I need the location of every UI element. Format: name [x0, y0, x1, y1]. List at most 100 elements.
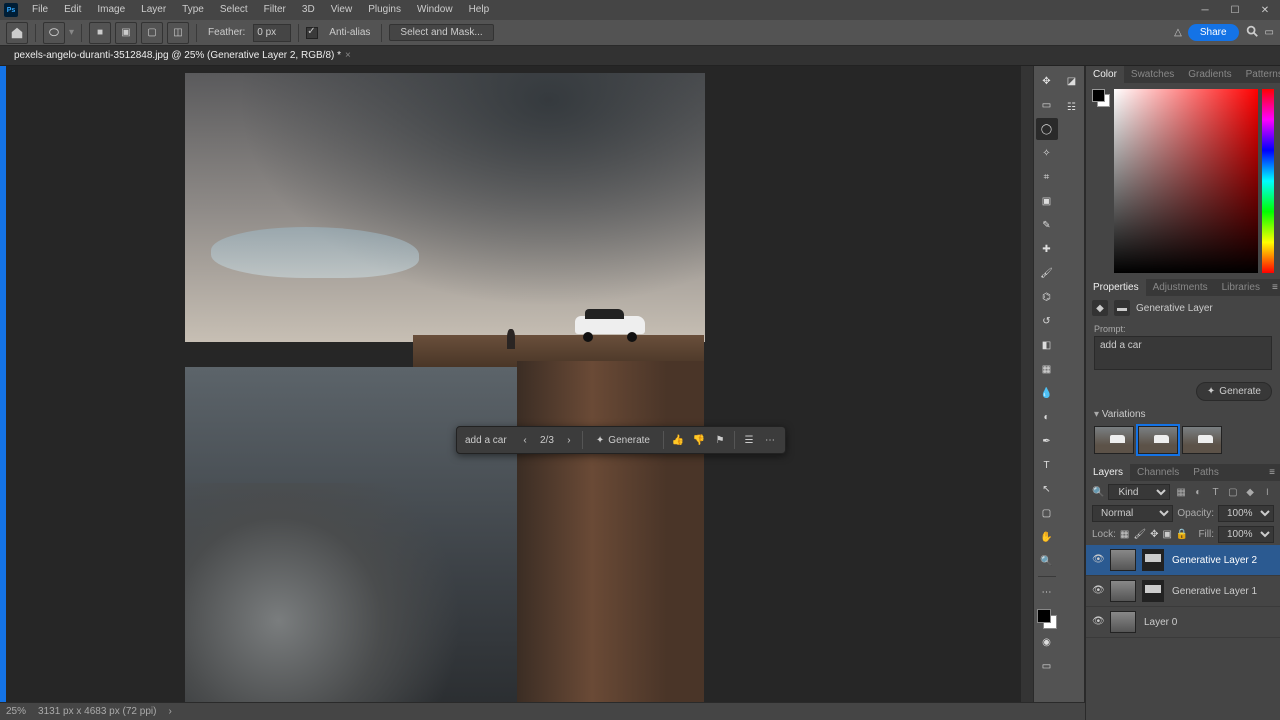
- lock-image-icon[interactable]: 🖌: [1133, 529, 1146, 540]
- history-brush-icon[interactable]: ↺: [1036, 310, 1058, 332]
- rectangle-select-icon[interactable]: ▭: [1036, 94, 1058, 116]
- search-icon[interactable]: [1245, 24, 1259, 41]
- feather-input[interactable]: [253, 24, 291, 42]
- menu-edit[interactable]: Edit: [56, 0, 89, 20]
- menu-view[interactable]: View: [323, 0, 361, 20]
- variation-thumb-1[interactable]: [1094, 426, 1134, 454]
- next-variation-button[interactable]: ›: [561, 432, 577, 448]
- color-panel-icon[interactable]: ◪: [1061, 70, 1083, 92]
- tab-paths[interactable]: Paths: [1186, 464, 1226, 481]
- variations-header[interactable]: Variations: [1094, 409, 1272, 420]
- filter-pixel-icon[interactable]: ▦: [1174, 485, 1187, 499]
- lasso-tool-icon[interactable]: [43, 22, 65, 44]
- antialias-checkbox[interactable]: [306, 27, 318, 39]
- tab-properties[interactable]: Properties: [1086, 279, 1146, 296]
- menu-help[interactable]: Help: [461, 0, 498, 20]
- sv-picker[interactable]: [1114, 89, 1258, 273]
- move-tool-icon[interactable]: ✥: [1036, 70, 1058, 92]
- filter-smart-icon[interactable]: ◆: [1243, 485, 1256, 499]
- filter-toggle-icon[interactable]: ⏽: [1261, 485, 1274, 499]
- search-layers-icon[interactable]: 🔍: [1092, 487, 1104, 498]
- tab-layers[interactable]: Layers: [1086, 464, 1130, 481]
- document-tab[interactable]: pexels-angelo-duranti-3512848.jpg @ 25% …: [6, 48, 359, 63]
- document-canvas[interactable]: [185, 73, 705, 713]
- visibility-icon[interactable]: 👁: [1092, 616, 1104, 628]
- eraser-tool-icon[interactable]: ◧: [1036, 334, 1058, 356]
- layer-name[interactable]: Layer 0: [1142, 617, 1274, 628]
- menu-type[interactable]: Type: [174, 0, 212, 20]
- maximize-button[interactable]: ☐: [1220, 0, 1250, 20]
- blur-tool-icon[interactable]: 💧: [1036, 382, 1058, 404]
- lock-transparency-icon[interactable]: ▦: [1120, 529, 1129, 540]
- more-icon[interactable]: ⋯: [761, 431, 779, 449]
- fg-bg-swatch[interactable]: [1092, 89, 1110, 107]
- crop-tool-icon[interactable]: ⌗: [1036, 166, 1058, 188]
- properties-icon[interactable]: ☰: [740, 431, 758, 449]
- vertical-scrollbar[interactable]: [1021, 66, 1033, 720]
- select-and-mask-button[interactable]: Select and Mask...: [389, 24, 493, 41]
- layer-row[interactable]: 👁Generative Layer 2: [1086, 545, 1280, 576]
- prev-variation-button[interactable]: ‹: [517, 432, 533, 448]
- layer-row[interactable]: 👁 Layer 0: [1086, 607, 1280, 638]
- pen-tool-icon[interactable]: ✒: [1036, 430, 1058, 452]
- prompt-input[interactable]: add a car: [1094, 336, 1272, 370]
- close-button[interactable]: ✕: [1250, 0, 1280, 20]
- lock-artboard-icon[interactable]: ▣: [1162, 529, 1171, 540]
- visibility-icon[interactable]: 👁: [1092, 585, 1104, 597]
- flag-icon[interactable]: ⚑: [711, 431, 729, 449]
- layer-name[interactable]: Generative Layer 1: [1170, 586, 1274, 597]
- quick-mask-icon[interactable]: ◉: [1036, 631, 1058, 653]
- thumbs-up-icon[interactable]: 👍: [669, 431, 687, 449]
- screen-mode-icon[interactable]: ▭: [1036, 655, 1058, 677]
- tab-channels[interactable]: Channels: [1130, 464, 1186, 481]
- lock-position-icon[interactable]: ✥: [1150, 529, 1158, 540]
- dodge-tool-icon[interactable]: ◐: [1036, 406, 1058, 428]
- cloud-docs-icon[interactable]: △: [1174, 27, 1182, 38]
- menu-filter[interactable]: Filter: [256, 0, 294, 20]
- hand-tool-icon[interactable]: ✋: [1036, 526, 1058, 548]
- canvas-area[interactable]: add a car ‹ 2/3 › ✦ Generate 👍 👎 ⚑ ☰ ⋯: [6, 66, 1033, 720]
- variation-thumb-3[interactable]: [1182, 426, 1222, 454]
- more-tools-icon[interactable]: ⋯: [1036, 581, 1058, 603]
- tab-libraries[interactable]: Libraries: [1215, 279, 1267, 296]
- minimize-button[interactable]: ─: [1190, 0, 1220, 20]
- menu-window[interactable]: Window: [409, 0, 461, 20]
- tab-color[interactable]: Color: [1086, 66, 1124, 83]
- hue-slider[interactable]: [1262, 89, 1274, 273]
- filter-type-icon[interactable]: T: [1209, 485, 1222, 499]
- zoom-tool-icon[interactable]: 🔍: [1036, 550, 1058, 572]
- menu-image[interactable]: Image: [89, 0, 133, 20]
- eyedropper-icon[interactable]: ✎: [1036, 214, 1058, 236]
- layer-kind-select[interactable]: Kind: [1108, 484, 1170, 500]
- panel-menu-icon[interactable]: ≡: [1267, 279, 1280, 296]
- share-button[interactable]: Share: [1188, 24, 1239, 41]
- visibility-icon[interactable]: 👁: [1092, 554, 1104, 566]
- swatches-panel-icon[interactable]: ☷: [1061, 96, 1083, 118]
- brush-tool-icon[interactable]: 🖌: [1036, 262, 1058, 284]
- selection-intersect-icon[interactable]: ◫: [167, 22, 189, 44]
- layer-row[interactable]: 👁 Generative Layer 1: [1086, 576, 1280, 607]
- tab-gradients[interactable]: Gradients: [1181, 66, 1238, 83]
- properties-generate-button[interactable]: ✦ Generate: [1196, 382, 1272, 401]
- filter-shape-icon[interactable]: ▢: [1226, 485, 1239, 499]
- status-more-icon[interactable]: ›: [168, 706, 171, 717]
- layer-mask-thumbnail[interactable]: [1142, 549, 1164, 571]
- variation-thumb-2[interactable]: [1138, 426, 1178, 454]
- fill-input[interactable]: 100%: [1218, 526, 1274, 543]
- opacity-input[interactable]: 100%: [1218, 505, 1274, 522]
- workspace-icon[interactable]: ▭: [1265, 27, 1274, 38]
- panel-menu-icon[interactable]: ≡: [1264, 464, 1280, 481]
- shape-tool-icon[interactable]: ▢: [1036, 502, 1058, 524]
- gradient-tool-icon[interactable]: ▦: [1036, 358, 1058, 380]
- layer-thumbnail[interactable]: [1110, 611, 1136, 633]
- menu-plugins[interactable]: Plugins: [360, 0, 409, 20]
- color-swatch[interactable]: [1037, 609, 1057, 629]
- layer-mask-thumbnail[interactable]: [1142, 580, 1164, 602]
- menu-select[interactable]: Select: [212, 0, 256, 20]
- tab-patterns[interactable]: Patterns: [1239, 66, 1280, 83]
- frame-tool-icon[interactable]: ▣: [1036, 190, 1058, 212]
- lasso-tool-icon[interactable]: ◯: [1036, 118, 1058, 140]
- layer-thumbnail[interactable]: [1110, 580, 1136, 602]
- menu-3d[interactable]: 3D: [294, 0, 323, 20]
- thumbs-down-icon[interactable]: 👎: [690, 431, 708, 449]
